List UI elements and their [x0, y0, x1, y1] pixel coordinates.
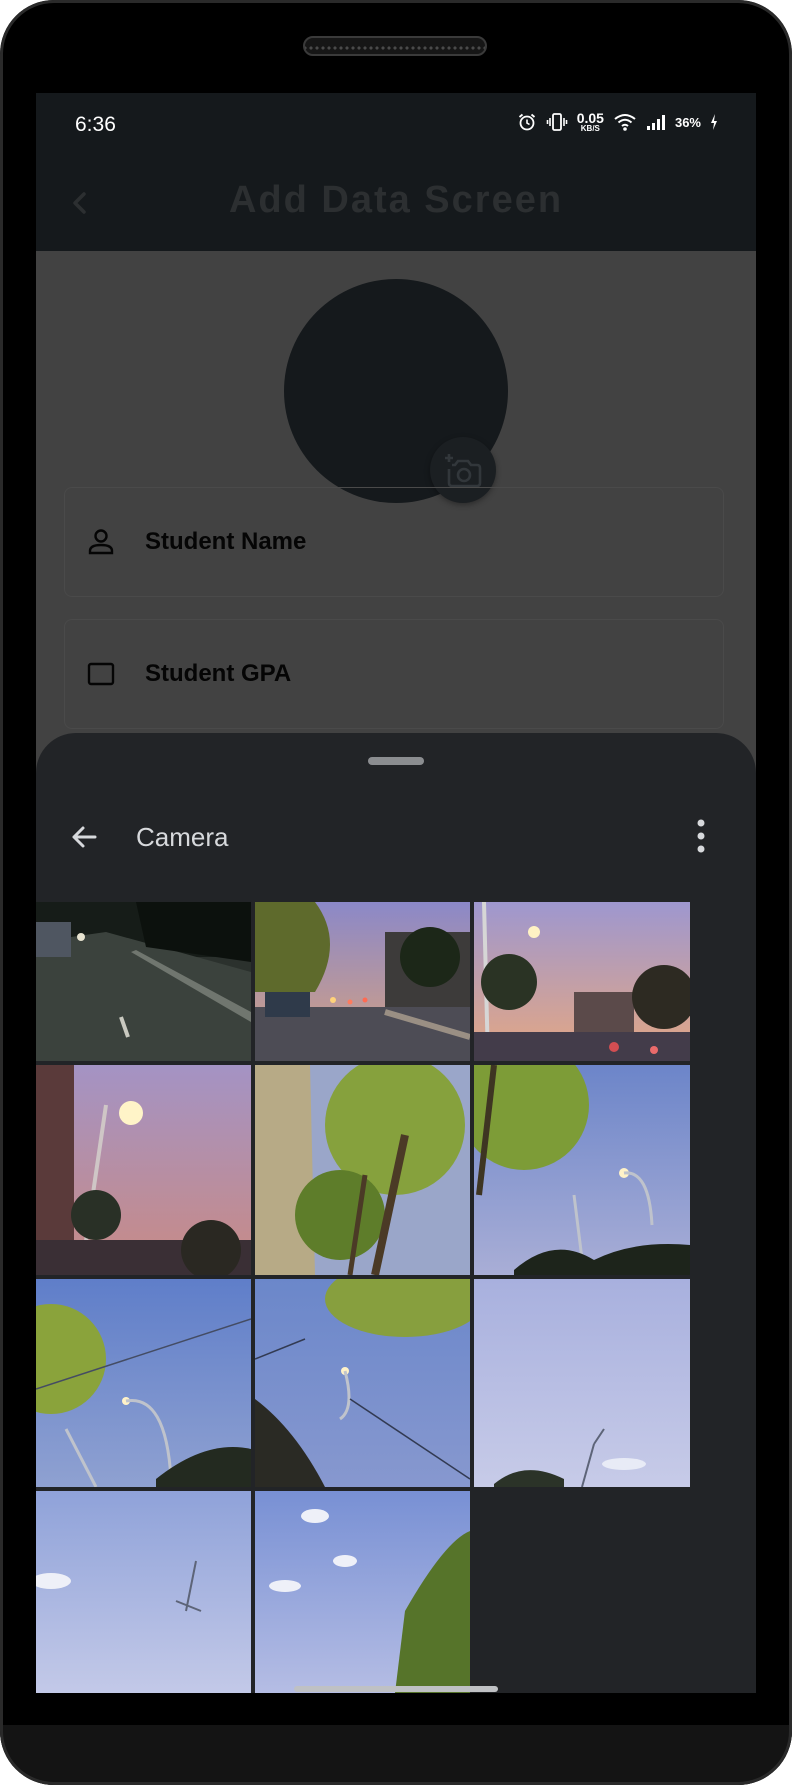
battery-percentage: 36% [674, 114, 701, 130]
screen: 6:36 0.05 KB/S 36% Add Data Screen Stude… [36, 93, 756, 1693]
network-speed-unit: KB/S [580, 124, 600, 133]
photo-grid [36, 902, 756, 1693]
photo-thumbnail[interactable] [474, 902, 690, 1061]
student-gpa-field[interactable]: Student GPA [64, 619, 724, 729]
album-title: Camera [136, 822, 229, 852]
empty-grid-cell [474, 1491, 690, 1693]
status-bar: 6:36 0.05 KB/S 36% [36, 93, 756, 157]
photo-thumbnail[interactable] [474, 1279, 690, 1487]
device-bottom-bezel [0, 1725, 792, 1785]
photo-thumbnail[interactable] [255, 1065, 470, 1275]
network-speed-value: 0.05 [576, 110, 604, 126]
photo-thumbnail[interactable] [36, 902, 251, 1061]
image-picker-sheet: Camera [36, 733, 756, 1693]
student-name-label: Student Name [145, 528, 307, 555]
student-gpa-label: Student GPA [145, 660, 292, 687]
drag-handle[interactable] [368, 757, 424, 765]
photo-thumbnail[interactable] [36, 1279, 251, 1487]
home-indicator[interactable] [294, 1686, 498, 1692]
photo-thumbnail[interactable] [255, 902, 470, 1061]
arrow-left-icon[interactable] [68, 821, 100, 853]
page-title: Add Data Screen [228, 179, 564, 221]
charging-icon [711, 114, 717, 130]
earpiece-speaker [303, 36, 487, 56]
photo-thumbnail[interactable] [255, 1279, 470, 1487]
phone-frame: 6:36 0.05 KB/S 36% Add Data Screen Stude… [0, 0, 792, 1785]
status-time: 6:36 [75, 113, 116, 136]
wifi-icon [614, 114, 636, 131]
photo-thumbnail[interactable] [36, 1065, 251, 1275]
badge-icon [87, 662, 115, 686]
add-a-photo-icon [445, 454, 482, 488]
student-name-field[interactable]: Student Name [64, 487, 724, 597]
app-bar: Add Data Screen [36, 157, 756, 251]
status-icons: 0.05 KB/S 36% [517, 111, 718, 133]
photo-thumbnail[interactable] [255, 1491, 470, 1693]
signal-icon [646, 115, 665, 130]
photo-thumbnail[interactable] [36, 1491, 251, 1693]
person-outline-icon [88, 529, 114, 555]
photo-thumbnail[interactable] [474, 1065, 690, 1275]
vibrate-icon [546, 113, 568, 131]
more-vert-icon[interactable] [696, 819, 706, 853]
alarm-icon [518, 113, 535, 131]
form-content: Student Name Student GPA [36, 251, 756, 729]
network-speed: 0.05 KB/S [577, 111, 604, 133]
